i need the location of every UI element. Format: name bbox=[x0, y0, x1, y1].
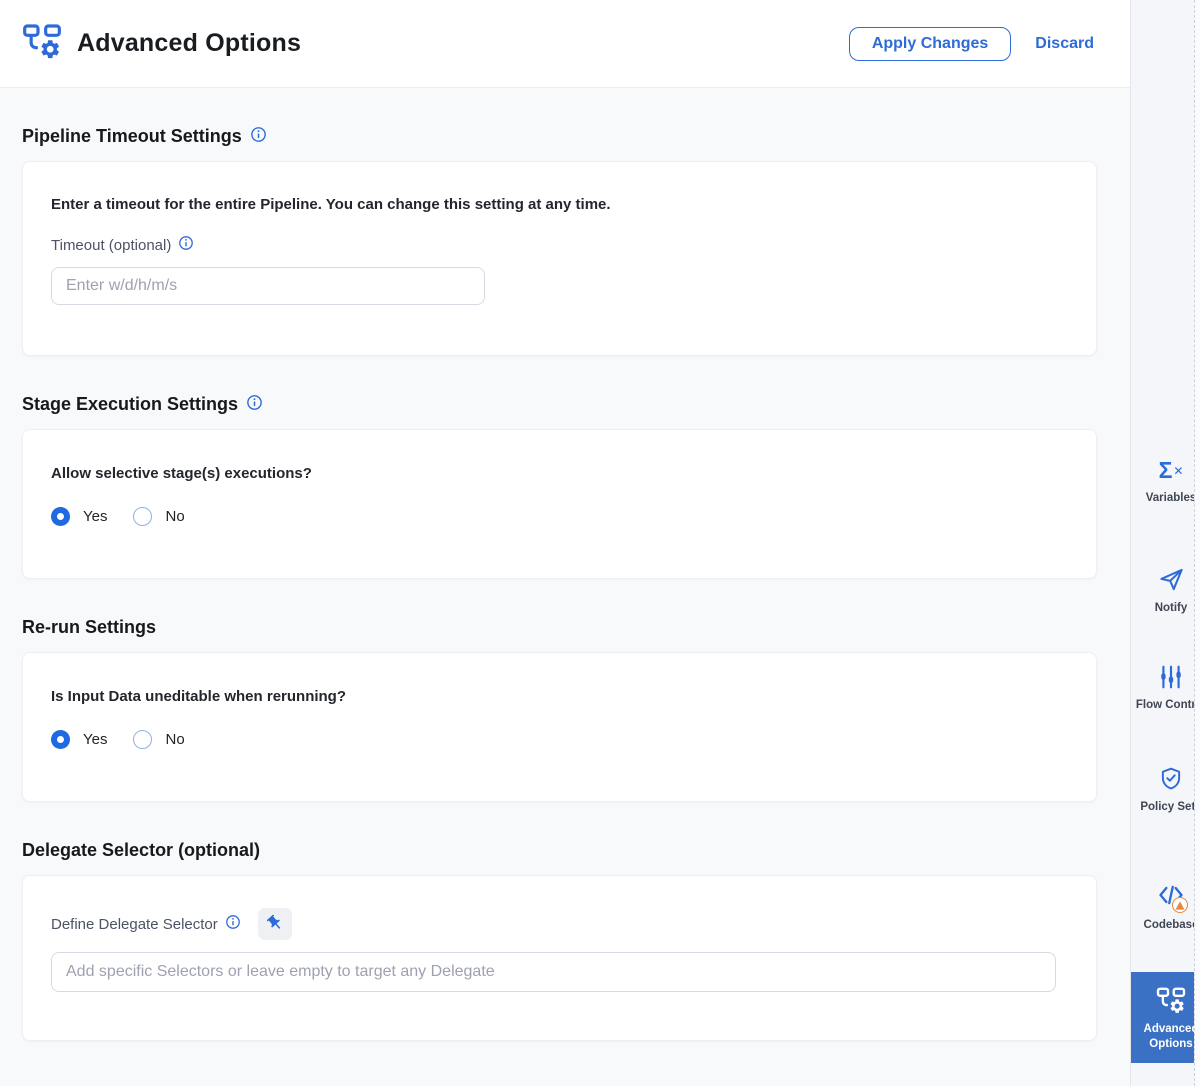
stage-execution-heading-label: Stage Execution Settings bbox=[22, 394, 238, 415]
warning-badge-icon bbox=[1172, 897, 1188, 913]
radio-option-yes[interactable]: Yes bbox=[51, 507, 107, 526]
info-icon[interactable] bbox=[179, 236, 193, 254]
timeout-input[interactable] bbox=[51, 267, 485, 305]
sidebar-item-label: Variables bbox=[1131, 491, 1200, 506]
paper-plane-icon bbox=[1131, 566, 1200, 593]
pin-icon bbox=[266, 914, 284, 935]
delegate-selector-input[interactable] bbox=[51, 952, 1056, 992]
delegate-selector-card: Define Delegate Selector bbox=[22, 875, 1097, 1041]
rerun-card: Is Input Data uneditable when rerunning?… bbox=[22, 652, 1097, 802]
info-icon[interactable] bbox=[247, 394, 262, 415]
page-title: Advanced Options bbox=[77, 29, 301, 58]
advanced-options-content: Pipeline Timeout Settings Enter a timeou… bbox=[0, 88, 1130, 1086]
sliders-icon bbox=[1131, 664, 1200, 690]
discard-button[interactable]: Discard bbox=[1035, 35, 1094, 53]
main-panel: Advanced Options Apply Changes Discard P… bbox=[0, 0, 1130, 1086]
right-sidebar: Σ✕ Variables Notify Flow Control bbox=[1130, 0, 1200, 1086]
stage-execution-radio-group: Yes No bbox=[51, 507, 1068, 526]
sidebar-item-label: Policy Sets bbox=[1131, 800, 1200, 815]
radio-option-no[interactable]: No bbox=[133, 730, 184, 749]
radio-no-label: No bbox=[165, 508, 184, 525]
sidebar-item-variables[interactable]: Σ✕ Variables bbox=[1131, 458, 1200, 506]
apply-changes-button[interactable]: Apply Changes bbox=[849, 27, 1011, 61]
info-icon[interactable] bbox=[226, 915, 240, 933]
rerun-question: Is Input Data uneditable when rerunning? bbox=[51, 688, 1068, 705]
sidebar-item-advanced-options[interactable]: Advanced Options bbox=[1131, 972, 1195, 1063]
pipeline-timeout-heading-label: Pipeline Timeout Settings bbox=[22, 126, 242, 147]
panel-edge-divider[interactable] bbox=[1194, 0, 1200, 1086]
sidebar-item-policy-sets[interactable]: Policy Sets bbox=[1131, 766, 1200, 815]
rerun-radio-group: Yes No bbox=[51, 730, 1068, 749]
header: Advanced Options Apply Changes Discard bbox=[0, 0, 1130, 88]
code-warning-icon bbox=[1131, 882, 1200, 910]
radio-option-yes[interactable]: Yes bbox=[51, 730, 107, 749]
radio-unselected-icon[interactable] bbox=[133, 507, 152, 526]
rerun-heading-label: Re-run Settings bbox=[22, 617, 156, 638]
info-icon[interactable] bbox=[251, 126, 266, 147]
sidebar-item-label: Codebase bbox=[1131, 918, 1200, 933]
pin-button[interactable] bbox=[258, 908, 292, 940]
radio-yes-label: Yes bbox=[83, 731, 107, 748]
delegate-selector-heading-label: Delegate Selector (optional) bbox=[22, 840, 260, 861]
sidebar-item-label: Flow Control bbox=[1131, 698, 1200, 713]
sidebar-item-codebase[interactable]: Codebase bbox=[1131, 882, 1200, 933]
timeout-label-text: Timeout (optional) bbox=[51, 237, 171, 254]
rerun-heading: Re-run Settings bbox=[22, 617, 1097, 638]
flowchart-gear-icon bbox=[1139, 985, 1200, 1015]
radio-option-no[interactable]: No bbox=[133, 507, 184, 526]
stage-execution-heading: Stage Execution Settings bbox=[22, 394, 1097, 415]
sidebar-item-flow-control[interactable]: Flow Control bbox=[1131, 664, 1200, 713]
sigma-x-icon: Σ✕ bbox=[1131, 458, 1200, 483]
radio-selected-icon[interactable] bbox=[51, 730, 70, 749]
stage-execution-question: Allow selective stage(s) executions? bbox=[51, 465, 1068, 482]
delegate-label: Define Delegate Selector bbox=[51, 915, 240, 933]
sidebar-item-label: Advanced Options bbox=[1139, 1022, 1200, 1052]
radio-selected-icon[interactable] bbox=[51, 507, 70, 526]
timeout-description: Enter a timeout for the entire Pipeline.… bbox=[51, 196, 1068, 213]
stage-execution-card: Allow selective stage(s) executions? Yes… bbox=[22, 429, 1097, 579]
sidebar-item-label: Notify bbox=[1131, 601, 1200, 616]
sidebar-item-notify[interactable]: Notify bbox=[1131, 566, 1200, 616]
pipeline-timeout-heading: Pipeline Timeout Settings bbox=[22, 126, 1097, 147]
radio-unselected-icon[interactable] bbox=[133, 730, 152, 749]
delegate-label-text: Define Delegate Selector bbox=[51, 916, 218, 933]
advanced-options-icon bbox=[22, 21, 62, 66]
shield-check-icon bbox=[1131, 766, 1200, 792]
pipeline-timeout-card: Enter a timeout for the entire Pipeline.… bbox=[22, 161, 1097, 356]
radio-no-label: No bbox=[165, 731, 184, 748]
timeout-label: Timeout (optional) bbox=[51, 236, 1068, 254]
radio-yes-label: Yes bbox=[83, 508, 107, 525]
delegate-selector-heading: Delegate Selector (optional) bbox=[22, 840, 1097, 861]
